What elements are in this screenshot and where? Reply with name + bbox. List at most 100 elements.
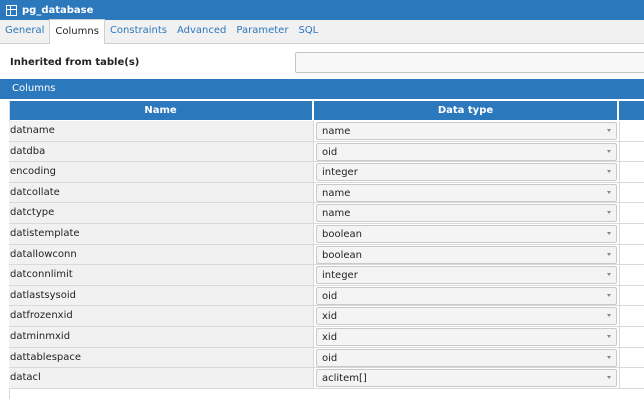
column-name-cell: datallowconn (9, 244, 314, 265)
inherited-tables-label: Inherited from table(s) (10, 57, 140, 68)
tab-sql[interactable]: SQL (293, 19, 323, 43)
extra-cell (619, 162, 644, 182)
data-type-cell: xid (314, 327, 619, 347)
extra-cell (619, 326, 644, 347)
table-row[interactable]: datname name (9, 121, 644, 142)
chevron-down-icon[interactable] (607, 355, 611, 359)
data-type-cell: oid (314, 142, 619, 162)
column-name-cell: encoding (9, 162, 314, 182)
tab-general[interactable]: General (0, 19, 49, 43)
data-type-select[interactable]: xid (316, 327, 617, 346)
column-name-cell: datminmxid (9, 326, 314, 347)
chevron-down-icon[interactable] (607, 211, 611, 215)
column-header-data-type[interactable]: Data type (314, 101, 617, 120)
data-type-select[interactable]: name (316, 122, 617, 140)
data-type-select[interactable]: integer (316, 266, 617, 285)
column-header-name[interactable]: Name (9, 101, 313, 120)
chevron-down-icon[interactable] (607, 149, 611, 153)
tab-parameter[interactable]: Parameter (231, 19, 293, 43)
data-type-select[interactable]: integer (316, 163, 617, 182)
chevron-down-icon[interactable] (607, 334, 611, 338)
columns-grid: datname name datdba oid encoding integer datco… (9, 121, 644, 389)
table-row[interactable]: dattablespace oid (9, 347, 644, 369)
table-row[interactable]: datistemplate boolean (9, 223, 644, 245)
title-bar: pg_database (0, 0, 644, 20)
chevron-down-icon[interactable] (607, 273, 611, 277)
data-type-cell: boolean (314, 245, 619, 265)
tab-constraints[interactable]: Constraints (105, 19, 172, 43)
data-type-cell: oid (314, 286, 619, 306)
data-type-value: name (322, 126, 351, 137)
table-row[interactable]: datdba oid (9, 141, 644, 163)
table-row[interactable]: datminmxid xid (9, 326, 644, 348)
data-type-value: name (322, 187, 351, 199)
columns-section-header: Columns (0, 79, 644, 99)
tab-columns[interactable]: Columns (49, 19, 105, 44)
chevron-down-icon[interactable] (607, 129, 611, 132)
data-type-value: boolean (322, 249, 362, 261)
data-type-value: oid (322, 146, 338, 158)
table-row[interactable]: encoding integer (9, 162, 644, 183)
data-type-select[interactable]: oid (316, 348, 617, 367)
table-row[interactable]: datfrozenxid xid (9, 306, 644, 327)
chevron-down-icon[interactable] (607, 314, 611, 318)
chevron-down-icon[interactable] (607, 376, 611, 380)
data-type-cell: name (314, 121, 619, 141)
chevron-down-icon[interactable] (607, 170, 611, 174)
window-title: pg_database (22, 4, 94, 16)
data-type-select[interactable]: boolean (316, 224, 617, 243)
column-name-cell: datacl (9, 368, 314, 388)
chevron-down-icon[interactable] (607, 252, 611, 256)
column-name-cell: datcollate (9, 182, 314, 203)
data-type-select[interactable]: oid (316, 142, 617, 161)
data-type-select[interactable]: oid (316, 286, 617, 305)
data-type-cell: integer (314, 265, 619, 285)
table-row[interactable]: datallowconn boolean (9, 244, 644, 266)
data-type-cell: boolean (314, 224, 619, 244)
column-name-cell: datctype (9, 203, 314, 223)
extra-cell (619, 285, 644, 306)
data-type-select[interactable]: name (316, 204, 617, 223)
inherited-tables-field[interactable] (295, 52, 644, 73)
data-type-select[interactable]: name (316, 183, 617, 202)
column-name-cell: datdba (9, 141, 314, 162)
tab-advanced[interactable]: Advanced (172, 19, 231, 43)
table-row[interactable]: datctype name (9, 203, 644, 224)
column-header-extra (618, 101, 644, 120)
column-name-cell: datlastsysoid (9, 285, 314, 306)
extra-cell (619, 368, 644, 388)
data-type-cell: name (314, 183, 619, 203)
tab-bar: General Columns Constraints Advanced Par… (0, 19, 644, 44)
extra-cell (619, 141, 644, 162)
data-type-cell: oid (314, 348, 619, 368)
data-type-select[interactable]: boolean (316, 245, 617, 264)
chevron-down-icon[interactable] (607, 293, 611, 297)
chevron-down-icon[interactable] (607, 190, 611, 194)
extra-cell (619, 244, 644, 265)
data-type-select[interactable]: xid (316, 307, 617, 326)
data-type-value: oid (322, 290, 338, 302)
chevron-down-icon[interactable] (607, 231, 611, 235)
data-type-cell: integer (314, 162, 619, 182)
data-type-value: xid (322, 311, 338, 323)
column-name-cell: datname (9, 121, 314, 141)
table-row[interactable]: datcollate name (9, 182, 644, 204)
extra-cell (619, 223, 644, 244)
table-row[interactable]: datlastsysoid oid (9, 285, 644, 307)
data-type-cell: aclitem[] (314, 368, 619, 388)
column-name-cell: datconnlimit (9, 265, 314, 285)
column-name-cell: datistemplate (9, 223, 314, 244)
data-type-cell: xid (314, 306, 619, 326)
data-type-select[interactable]: aclitem[] (316, 369, 617, 388)
data-type-cell: name (314, 203, 619, 223)
extra-cell (619, 203, 644, 223)
data-type-value: aclitem[] (322, 373, 367, 385)
data-type-value: oid (322, 352, 338, 364)
extra-cell (619, 265, 644, 285)
extra-cell (619, 182, 644, 203)
extra-cell (619, 347, 644, 368)
data-type-value: integer (322, 167, 358, 179)
table-row[interactable]: datacl aclitem[] (9, 368, 644, 389)
table-row[interactable]: datconnlimit integer (9, 265, 644, 286)
extra-cell (619, 306, 644, 326)
